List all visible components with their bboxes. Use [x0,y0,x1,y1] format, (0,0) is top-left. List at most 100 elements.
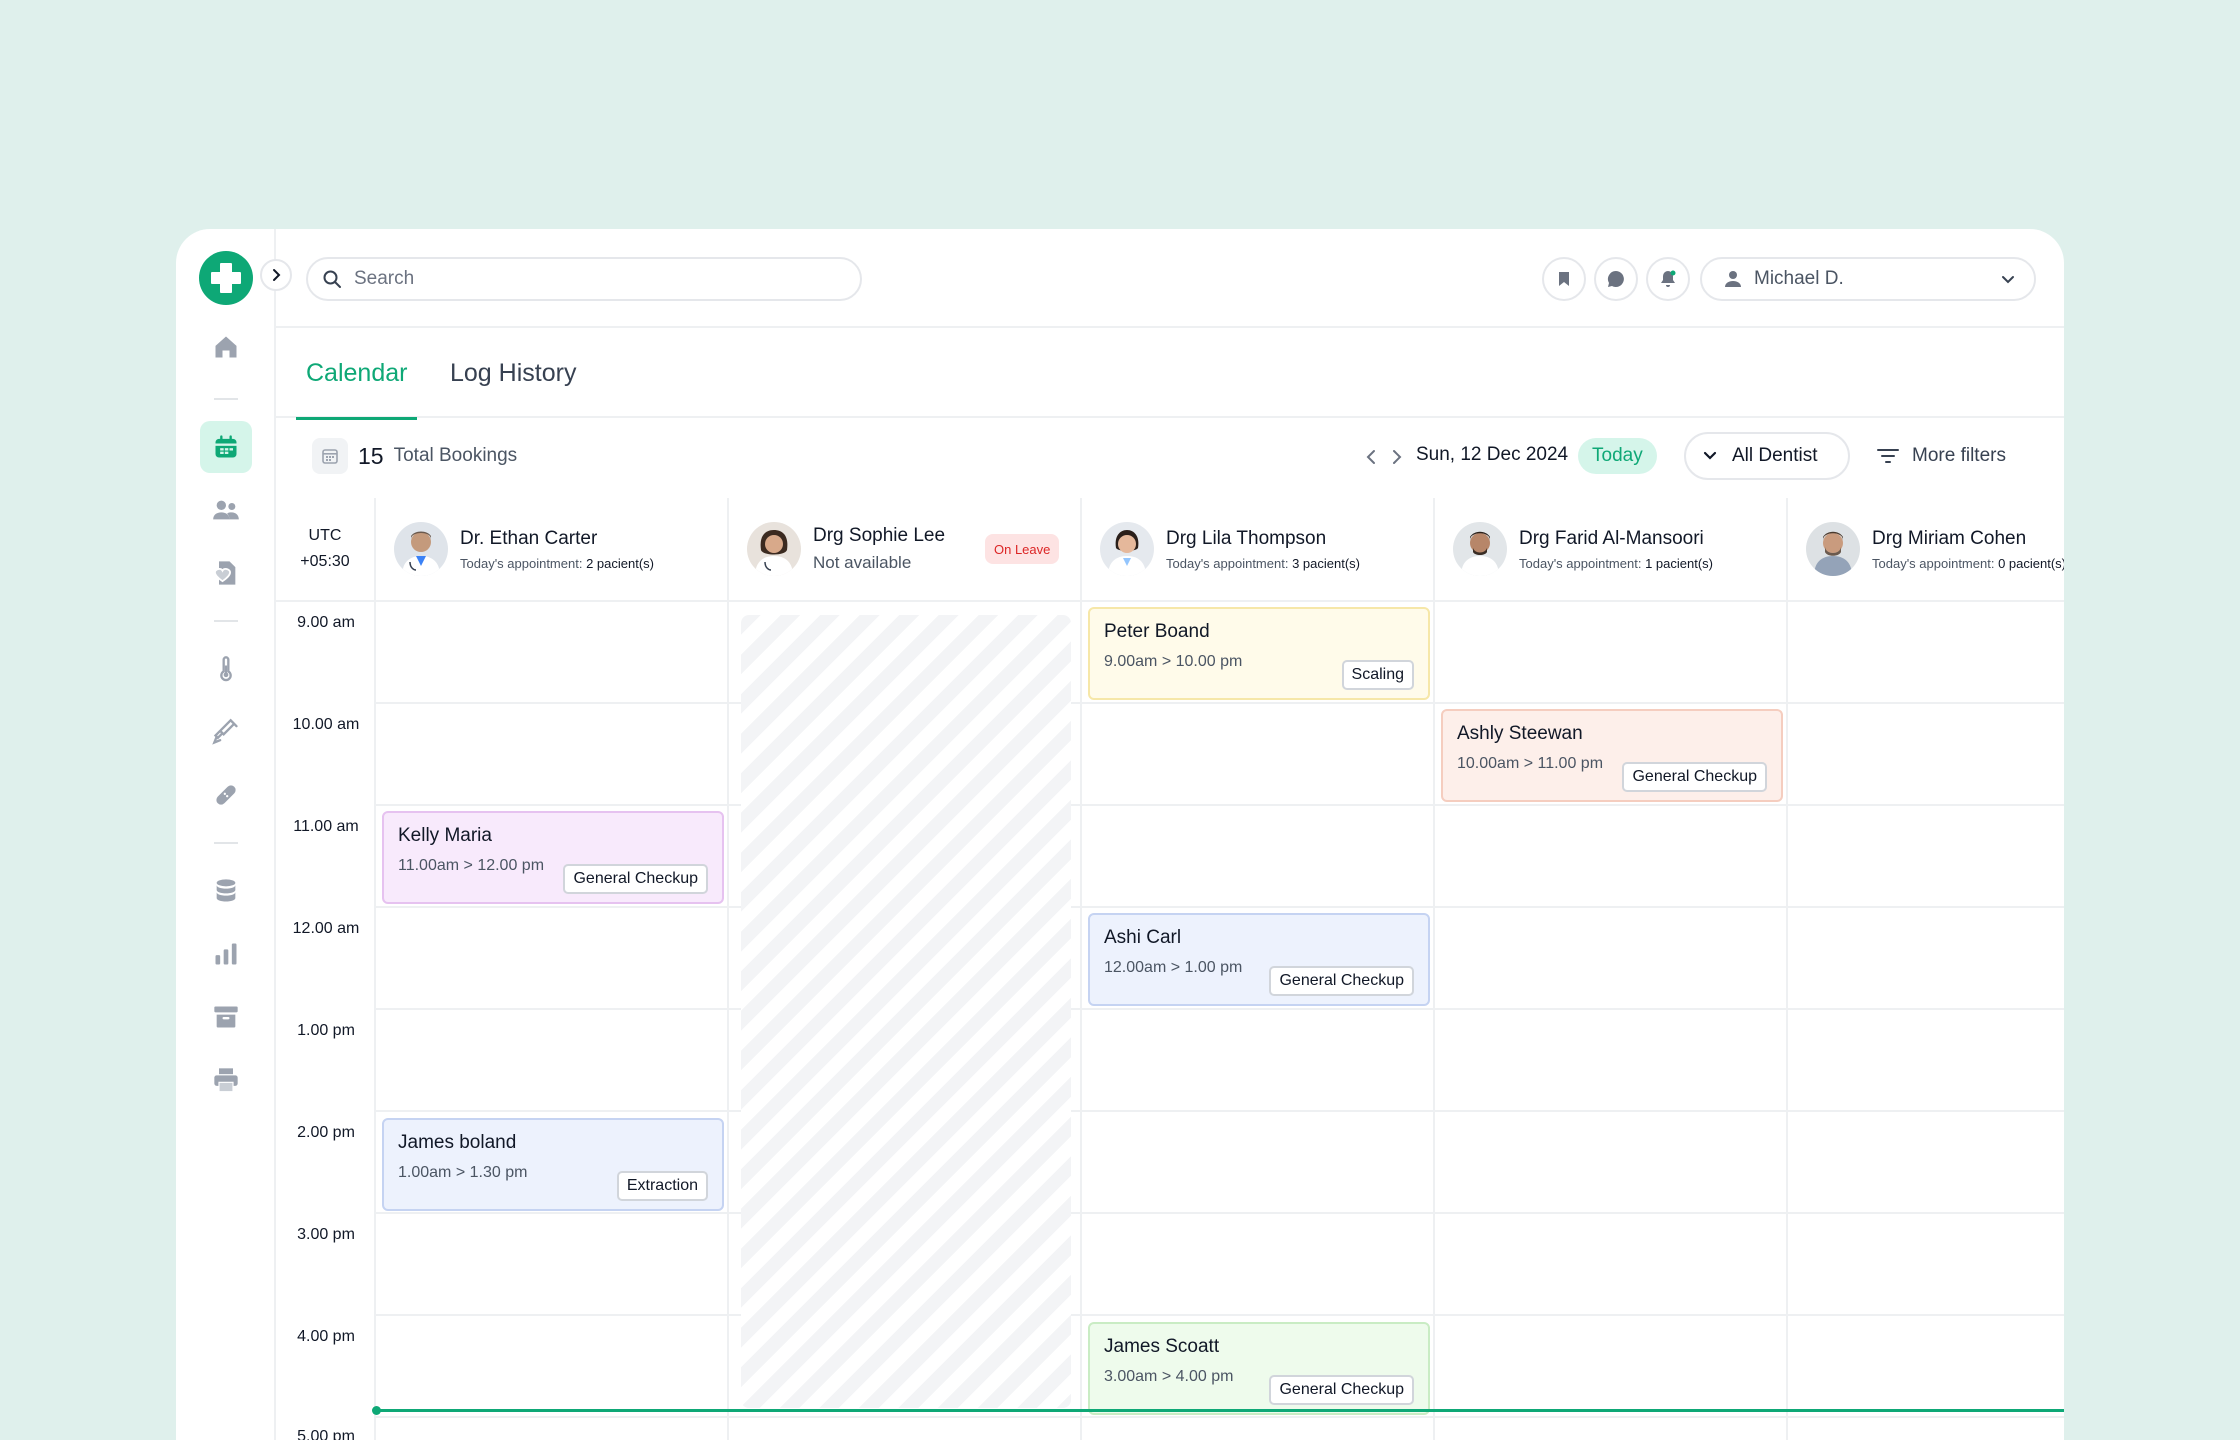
treatment-tag: Scaling [1341,660,1414,690]
dentist-filter-label: All Dentist [1732,445,1818,466]
sidebar-item-patients[interactable] [200,484,252,536]
chevron-down-icon [2002,276,2014,284]
search-bar[interactable] [306,257,862,301]
total-bookings: 15 Total Bookings [312,438,517,474]
sidebar-divider [214,398,238,400]
dentist-appointments: Today's appointment: 2 pacient(s) [460,556,654,571]
appointments-prefix: Today's appointment: [1166,555,1289,571]
dentist-name: Dr. Ethan Carter [460,527,598,549]
avatar [747,522,801,576]
dentist-column-header[interactable]: Drg Lila Thompson Today's appointment: 3… [1082,498,1435,602]
utc-label: UTC [308,527,342,544]
time-label: 1.00 pm [297,1022,355,1039]
appointment-card[interactable]: Peter Boand 9.00am > 10.00 pm Scaling [1088,607,1430,700]
on-leave-badge: On Leave [985,534,1060,564]
tab-bar: Calendar Log History [276,328,2064,420]
appointments-prefix: Today's appointment: [1872,555,1995,571]
bookings-count: 15 [358,442,384,469]
dentist-column-header[interactable]: Drg Farid Al-Mansoori Today's appointmen… [1435,498,1788,602]
dentist-column-header[interactable]: Drg Sophie Lee Not available On Leave [729,498,1082,602]
today-button[interactable]: Today [1578,438,1657,474]
avatar [1453,522,1507,576]
sidebar-item-home[interactable] [200,321,252,373]
syringe-icon [212,718,238,745]
appointment-card[interactable]: James Scoatt 3.00am > 4.00 pm General Ch… [1088,1322,1430,1415]
sidebar-item-treatment[interactable] [200,769,252,821]
more-filters-label: More filters [1912,445,2006,466]
user-menu[interactable]: Michael D. [1700,257,2036,301]
dentist-appointments: Today's appointment: 1 pacient(s) [1519,556,1713,571]
utc-offset: +05:30 [300,553,350,570]
dentist-appointments: Today's appointment: 0 pacient(s) [1872,556,2064,571]
patient-name: Kelly Maria [398,825,492,846]
time-label: 4.00 pm [297,1328,355,1345]
patient-name: James boland [398,1132,517,1153]
appointment-card[interactable]: Ashi Carl 12.00am > 1.00 pm General Chec… [1088,913,1430,1006]
chevron-right-icon [273,269,281,281]
prev-day-button[interactable] [1358,442,1384,472]
sidebar-item-reports[interactable] [200,928,252,980]
logo-cross-icon[interactable] [199,251,253,305]
calendar-small-icon [312,438,348,474]
dentist-column-header[interactable]: Dr. Ethan Carter Today's appointment: 2 … [376,498,729,602]
hour-line [376,804,2064,806]
sidebar [176,229,292,1440]
sidebar-item-database[interactable] [200,865,252,917]
avatar [1806,522,1860,576]
dentist-name: Drg Miriam Cohen [1872,527,2027,549]
notifications-button[interactable] [1646,257,1690,301]
sidebar-item-records[interactable] [200,547,252,599]
time-label: 10.00 am [292,716,360,733]
treatment-tag: General Checkup [1622,762,1767,792]
sidebar-item-archive[interactable] [200,991,252,1043]
timezone-label: UTC +05:30 [276,498,376,602]
current-time-line [376,1409,2064,1412]
hour-line [376,702,2064,704]
sidebar-item-calendar[interactable] [200,421,252,473]
header: Michael D. [276,229,2064,328]
thermometer-icon [220,656,232,682]
database-icon [216,879,236,902]
search-input[interactable] [354,268,834,290]
time-label: 9.00 am [297,614,355,631]
sidebar-item-thermometer[interactable] [200,643,252,695]
dentist-column-header[interactable]: Drg Miriam Cohen Today's appointment: 0 … [1788,498,2064,602]
appointments-count: 1 pacient(s) [1645,555,1713,571]
printer-icon [214,1068,238,1093]
time-label: 11.00 am [293,818,359,835]
messages-button[interactable] [1594,257,1638,301]
search-icon [323,270,341,288]
hour-line [376,906,2064,908]
dentist-appointments: Today's appointment: 3 pacient(s) [1166,556,1360,571]
sidebar-item-print[interactable] [200,1054,252,1106]
sidebar-divider [214,620,238,622]
treatment-tag: General Checkup [1269,966,1414,996]
archive-icon [214,1006,238,1028]
sidebar-expand-button[interactable] [260,259,292,291]
sidebar-divider [214,842,238,844]
bookings-label: Total Bookings [393,445,518,466]
appointment-card[interactable]: James boland 1.00am > 1.30 pm Extraction [382,1118,724,1211]
tab-log-history[interactable]: Log History [440,328,586,418]
bookmark-button[interactable] [1542,257,1586,301]
hour-line [376,1110,2064,1112]
dentist-filter-select[interactable]: All Dentist [1684,432,1850,480]
time-label: 2.00 pm [297,1124,355,1141]
appointments-prefix: Today's appointment: [1519,555,1642,571]
filter-icon [1877,449,1899,463]
next-day-button[interactable] [1384,442,1410,472]
patient-name: James Scoatt [1104,1336,1220,1357]
appointment-card[interactable]: Kelly Maria 11.00am > 12.00 pm General C… [382,811,724,904]
more-filters-button[interactable]: More filters [1876,432,2006,480]
time-label: 5.00 pm [297,1428,355,1440]
appointment-card[interactable]: Ashly Steewan 10.00am > 11.00 pm General… [1441,709,1783,802]
sidebar-item-vaccine[interactable] [200,706,252,758]
tab-calendar[interactable]: Calendar [296,328,418,420]
user-name: Michael D. [1754,268,1844,289]
home-icon [215,336,237,358]
chart-icon [215,943,237,965]
user-icon [1725,271,1741,287]
patient-name: Ashi Carl [1104,927,1182,948]
treatment-tag: General Checkup [563,864,708,894]
hour-line [376,1212,2064,1214]
